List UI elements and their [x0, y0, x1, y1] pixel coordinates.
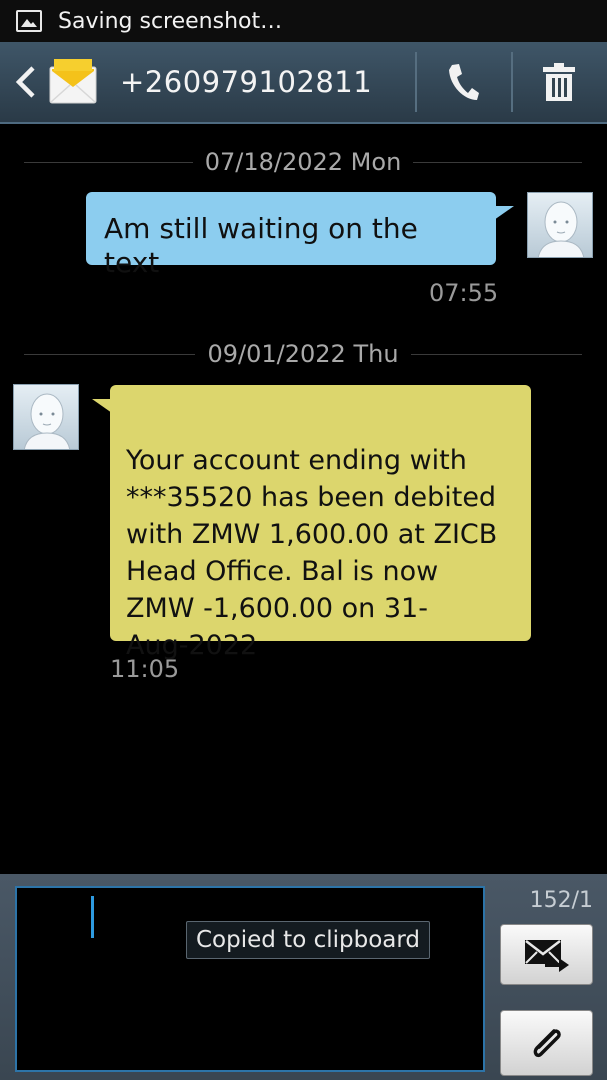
attach-icon	[533, 1029, 561, 1058]
trash-icon	[543, 63, 575, 101]
status-text: Saving screenshot…	[58, 8, 283, 34]
clipboard-toast: Copied to clipboard	[186, 921, 431, 959]
back-button[interactable]	[6, 42, 46, 122]
conversation-header: +260979102811	[0, 42, 607, 124]
header-divider	[511, 52, 513, 112]
message-time: 11:05	[110, 655, 180, 683]
envelope-icon	[48, 57, 98, 107]
message-text: Your account ending with ***35520 has be…	[126, 445, 498, 661]
person-icon	[537, 201, 585, 257]
message-input[interactable]	[15, 886, 485, 1072]
text-cursor	[91, 896, 94, 938]
attach-button[interactable]	[500, 1010, 593, 1076]
back-icon	[15, 66, 35, 98]
date-label: 07/18/2022 Mon	[204, 148, 402, 176]
date-separator: 09/01/2022 Thu	[24, 339, 583, 369]
call-button[interactable]	[418, 42, 508, 122]
contact-number: +260979102811	[120, 65, 373, 99]
person-icon	[23, 393, 71, 449]
delete-button[interactable]	[514, 42, 604, 122]
image-icon	[16, 10, 42, 32]
avatar[interactable]	[13, 384, 79, 450]
phone-icon	[449, 64, 479, 100]
character-counter: 152/1	[529, 888, 593, 913]
avatar[interactable]	[527, 192, 593, 258]
header-divider	[415, 52, 417, 112]
status-bar: Saving screenshot…	[0, 0, 607, 42]
outgoing-message-bubble[interactable]: Am still waiting on the text	[86, 192, 514, 279]
incoming-message-bubble[interactable]: Your account ending with ***35520 has be…	[92, 385, 531, 661]
message-time: 07:55	[429, 279, 499, 307]
date-separator: 07/18/2022 Mon	[24, 147, 582, 177]
send-button[interactable]	[500, 924, 593, 985]
send-icon	[524, 939, 569, 972]
message-text: Am still waiting on the text	[104, 212, 418, 279]
date-label: 09/01/2022 Thu	[207, 340, 399, 368]
